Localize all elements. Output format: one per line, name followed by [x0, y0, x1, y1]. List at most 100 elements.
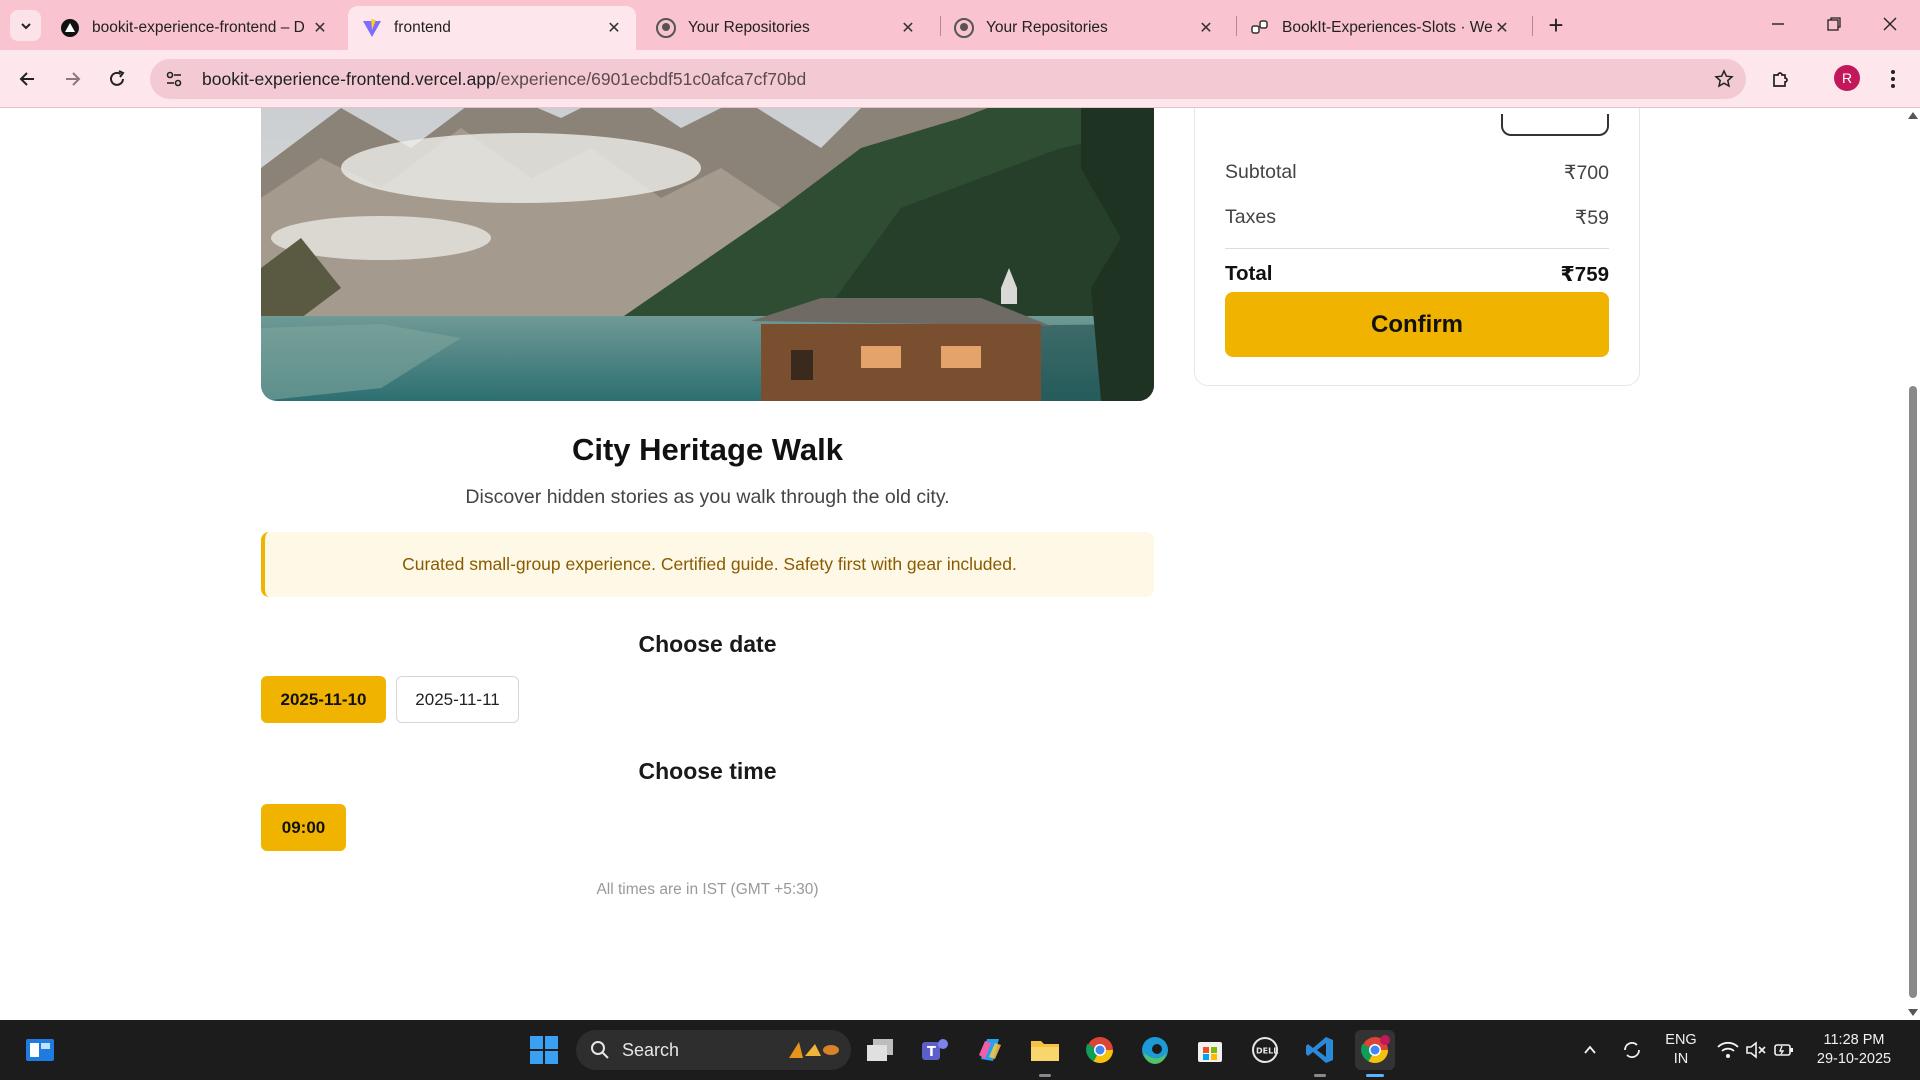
active-indicator — [1366, 1074, 1384, 1077]
new-tab-button[interactable]: + — [1542, 10, 1570, 40]
tab-github-repositories-1[interactable]: Your Repositories ✕ — [642, 6, 930, 50]
browser-tab-strip: bookit-experience-frontend – D ✕ fronten… — [0, 0, 1920, 50]
experience-notice-banner: Curated small-group experience. Certifie… — [261, 532, 1154, 597]
forward-button[interactable] — [56, 62, 90, 96]
edge-icon — [1142, 1037, 1168, 1064]
address-bar[interactable]: bookit-experience-frontend.vercel.app/ex… — [150, 59, 1746, 99]
arrow-left-icon — [19, 72, 34, 86]
close-icon[interactable]: ✕ — [604, 18, 624, 38]
copilot-taskbar-button[interactable] — [970, 1030, 1010, 1070]
subtotal-label: Subtotal — [1225, 161, 1297, 183]
bookmark-star-icon[interactable] — [1712, 67, 1736, 91]
search-label: Search — [622, 1039, 680, 1060]
subtotal-row: Subtotal ₹700 — [1225, 161, 1609, 185]
chrome-active-taskbar-button[interactable] — [1355, 1030, 1395, 1070]
tab-title: Your Repositories — [688, 19, 810, 36]
tab-title: bookit-experience-frontend – D — [92, 19, 305, 36]
taxes-value: ₹59 — [1574, 207, 1609, 229]
svg-text:DELL: DELL — [1256, 1047, 1278, 1056]
task-view-button[interactable] — [860, 1030, 900, 1070]
experience-title: City Heritage Walk — [571, 432, 844, 467]
extensions-button[interactable] — [1764, 62, 1798, 96]
clock[interactable]: 11:28 PM 29-10-2025 — [1804, 1031, 1904, 1069]
quantity-stepper[interactable] — [1501, 114, 1609, 136]
experience-description: Discover hidden stories as you walk thro… — [465, 486, 950, 508]
tab-vercel-deployment[interactable]: bookit-experience-frontend – D ✕ — [46, 6, 342, 50]
reload-icon — [110, 70, 125, 86]
running-indicator — [1314, 1074, 1326, 1077]
language-indicator[interactable]: ENG IN — [1656, 1031, 1706, 1069]
url-host: bookit-experience-frontend.vercel.app — [202, 68, 496, 89]
arrow-right-icon — [66, 72, 81, 86]
language-code: ENG — [1665, 1032, 1697, 1048]
volume-muted-icon — [1746, 1041, 1766, 1059]
page-scrollbar[interactable] — [1906, 108, 1920, 1020]
taxes-row: Taxes ₹59 — [1225, 206, 1609, 230]
browser-toolbar: bookit-experience-frontend.vercel.app/ex… — [0, 50, 1920, 108]
subtotal-value: ₹700 — [1564, 162, 1609, 184]
scrollbar-thumb[interactable] — [1909, 386, 1917, 998]
chevron-down-icon — [20, 22, 31, 29]
search-highlight-icon — [789, 1042, 839, 1058]
restore-button[interactable] — [1814, 8, 1854, 40]
vscode-icon — [1306, 1037, 1333, 1063]
page-viewport: City Heritage Walk Discover hidden stori… — [0, 108, 1906, 1020]
edge-taskbar-button[interactable] — [1135, 1030, 1175, 1070]
close-icon — [1883, 17, 1897, 31]
tab-frontend[interactable]: frontend ✕ — [348, 6, 636, 50]
dell-taskbar-button[interactable]: DELL — [1245, 1030, 1285, 1070]
wifi-icon — [1717, 1041, 1739, 1058]
site-info-icon[interactable] — [154, 59, 194, 99]
browser-menu-button[interactable] — [1876, 62, 1910, 96]
windows-logo-icon — [530, 1036, 558, 1064]
chrome-taskbar-button[interactable] — [1080, 1030, 1120, 1070]
teams-taskbar-button[interactable]: T — [915, 1030, 955, 1070]
confirm-button[interactable]: Confirm — [1225, 292, 1609, 357]
close-icon[interactable]: ✕ — [1196, 18, 1216, 38]
folder-icon — [1031, 1041, 1059, 1061]
experience-hero-image — [261, 108, 1154, 401]
choose-date-heading: Choose date — [638, 631, 777, 657]
taskbar-search-box[interactable]: Search — [576, 1030, 851, 1070]
notice-text: Curated small-group experience. Certifie… — [402, 554, 1017, 574]
puzzle-icon — [1773, 72, 1788, 87]
start-button[interactable] — [524, 1030, 564, 1070]
tab-title: frontend — [394, 19, 451, 36]
clock-time: 11:28 PM — [1823, 1032, 1885, 1048]
teams-icon: T — [922, 1039, 948, 1060]
date-option-2025-11-11[interactable]: 2025-11-11 — [396, 676, 519, 723]
reload-button[interactable] — [100, 62, 134, 96]
total-row: Total ₹759 — [1225, 262, 1609, 287]
close-icon[interactable]: ✕ — [310, 18, 330, 38]
file-explorer-taskbar-button[interactable] — [1025, 1030, 1065, 1070]
close-window-button[interactable] — [1870, 8, 1910, 40]
tab-github-repositories-2[interactable]: Your Repositories ✕ — [940, 6, 1228, 50]
sync-tray-button[interactable] — [1614, 1030, 1650, 1070]
vercel-icon — [60, 18, 80, 38]
running-indicator — [1039, 1074, 1051, 1077]
show-hidden-icons-button[interactable] — [1572, 1030, 1608, 1070]
url-text: bookit-experience-frontend.vercel.app/ex… — [202, 69, 806, 90]
task-view-icon — [867, 1039, 893, 1061]
region-code: IN — [1673, 1051, 1689, 1067]
widgets-button[interactable] — [20, 1030, 60, 1070]
vite-icon — [362, 18, 382, 38]
chrome-icon — [1361, 1035, 1390, 1064]
vscode-taskbar-button[interactable] — [1300, 1030, 1340, 1070]
battery-tray-button[interactable] — [1766, 1030, 1802, 1070]
summary-divider — [1225, 248, 1609, 249]
store-taskbar-button[interactable] — [1190, 1030, 1230, 1070]
sync-icon — [1624, 1042, 1640, 1058]
back-button[interactable] — [10, 62, 44, 96]
tab-render-service[interactable]: BookIt-Experiences-Slots · Web ✕ — [1236, 6, 1524, 50]
time-option-0900[interactable]: 09:00 — [261, 804, 346, 851]
date-option-2025-11-10[interactable]: 2025-11-10 — [261, 676, 386, 723]
profile-avatar[interactable]: R — [1834, 65, 1860, 91]
minimize-button[interactable] — [1758, 8, 1798, 40]
scroll-down-icon[interactable] — [1908, 1009, 1918, 1016]
close-icon[interactable]: ✕ — [1492, 18, 1512, 38]
close-icon[interactable]: ✕ — [898, 18, 918, 38]
choose-time-heading: Choose time — [638, 758, 777, 784]
scroll-up-icon[interactable] — [1908, 112, 1918, 119]
tab-search-button[interactable] — [10, 10, 41, 41]
